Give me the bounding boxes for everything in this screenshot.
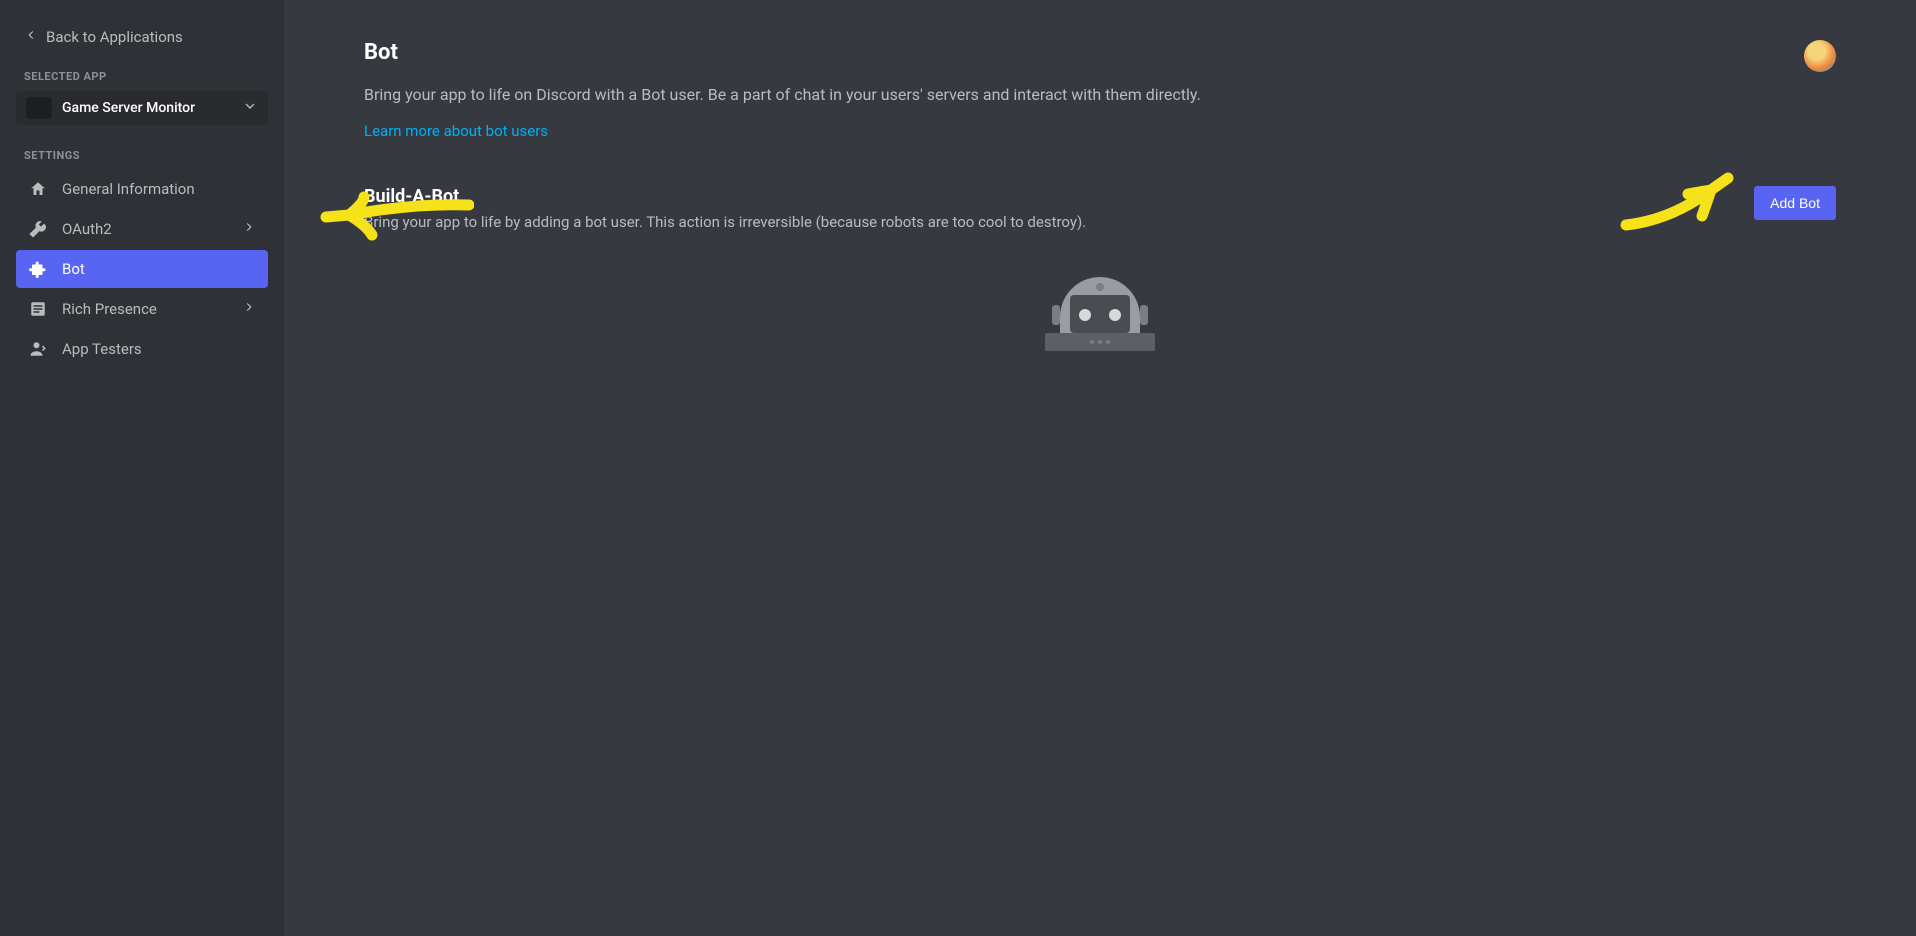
sidebar-item-bot[interactable]: Bot bbox=[16, 250, 268, 288]
sidebar-item-oauth2[interactable]: OAuth2 bbox=[16, 210, 268, 248]
sidebar-item-app-testers[interactable]: App Testers bbox=[16, 330, 268, 368]
settings-heading: SETTINGS bbox=[0, 143, 284, 170]
sidebar-item-general-information[interactable]: General Information bbox=[16, 170, 268, 208]
list-icon bbox=[28, 299, 48, 319]
wrench-icon bbox=[28, 219, 48, 239]
selected-app-heading: SELECTED APP bbox=[0, 64, 284, 91]
robot-illustration bbox=[1040, 255, 1160, 355]
back-to-applications-link[interactable]: Back to Applications bbox=[0, 16, 284, 64]
arrow-left-icon bbox=[24, 28, 38, 46]
chevron-right-icon bbox=[242, 220, 256, 238]
app-icon bbox=[26, 97, 52, 119]
app-selector[interactable]: Game Server Monitor bbox=[16, 91, 268, 125]
learn-more-link[interactable]: Learn more about bot users bbox=[364, 122, 548, 140]
section-description: Bring your app to life by adding a bot u… bbox=[364, 213, 1086, 231]
section-title: Build-A-Bot bbox=[364, 186, 1086, 207]
person-icon bbox=[28, 339, 48, 359]
add-bot-button[interactable]: Add Bot bbox=[1754, 186, 1836, 220]
settings-nav: General Information OAuth2 Bot Rich Pres… bbox=[0, 170, 284, 370]
user-avatar[interactable] bbox=[1804, 40, 1836, 72]
chevron-down-icon bbox=[242, 98, 258, 118]
sidebar: Back to Applications SELECTED APP Game S… bbox=[0, 0, 284, 936]
app-name: Game Server Monitor bbox=[62, 100, 232, 116]
sidebar-item-label: App Testers bbox=[62, 340, 256, 358]
home-icon bbox=[28, 179, 48, 199]
build-a-bot-section: Build-A-Bot Bring your app to life by ad… bbox=[364, 186, 1836, 355]
sidebar-item-label: General Information bbox=[62, 180, 256, 198]
sidebar-item-label: OAuth2 bbox=[62, 220, 228, 238]
back-label: Back to Applications bbox=[46, 28, 183, 46]
page-description: Bring your app to life on Discord with a… bbox=[364, 83, 1201, 107]
main-content: Bot Bring your app to life on Discord wi… bbox=[284, 0, 1916, 936]
sidebar-item-label: Rich Presence bbox=[62, 300, 228, 318]
chevron-right-icon bbox=[242, 300, 256, 318]
page-title: Bot bbox=[364, 40, 1201, 65]
puzzle-icon bbox=[28, 259, 48, 279]
sidebar-item-rich-presence[interactable]: Rich Presence bbox=[16, 290, 268, 328]
sidebar-item-label: Bot bbox=[62, 260, 256, 278]
